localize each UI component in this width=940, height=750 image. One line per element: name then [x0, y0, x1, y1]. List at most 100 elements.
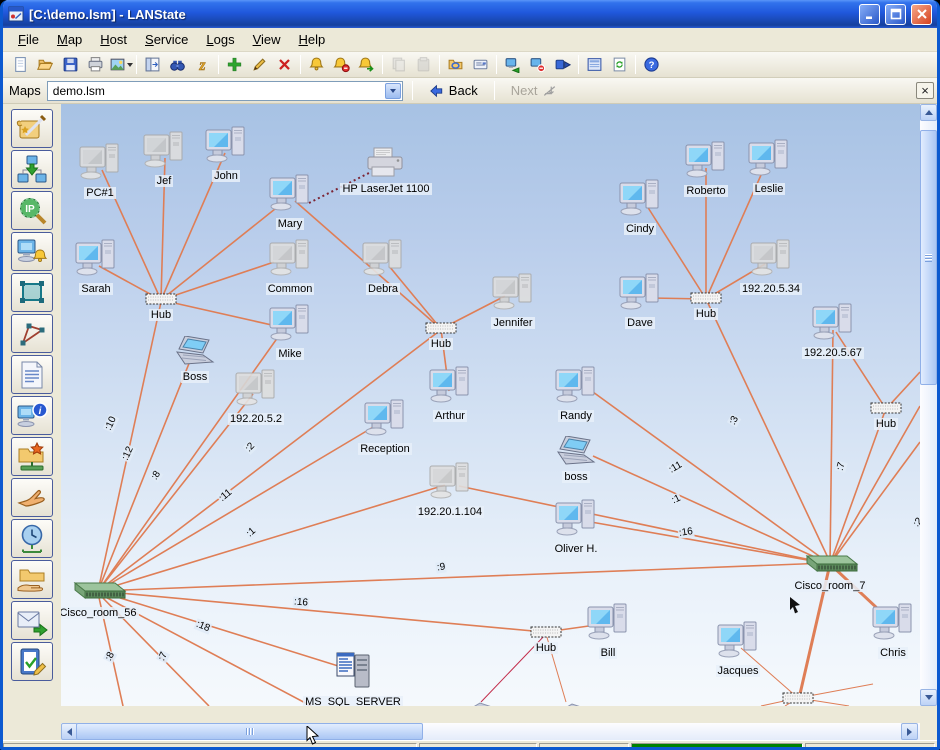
map-wizard-button[interactable] [11, 109, 53, 148]
open-map-button[interactable] [33, 53, 58, 76]
map-node-hp-laserjet-1100[interactable] [364, 146, 408, 183]
sleep-mode-button[interactable]: z [190, 53, 215, 76]
dropdown-arrow-icon[interactable] [127, 63, 133, 67]
map-node-pc-1[interactable] [78, 142, 122, 187]
map-node-mike[interactable] [268, 303, 312, 348]
map-node-ms-sql-server[interactable] [331, 649, 375, 696]
host-info-button[interactable]: i [11, 396, 53, 435]
map-node-jennifer[interactable] [491, 272, 535, 317]
add-shared-folder-button[interactable] [11, 437, 53, 476]
scroll-down-button[interactable] [920, 689, 937, 706]
print-button[interactable] [83, 53, 108, 76]
map-node-cisco-room-7[interactable] [801, 553, 859, 580]
scan-network-button[interactable] [11, 150, 53, 189]
minimize-button[interactable] [859, 4, 880, 25]
map-node-hub[interactable] [425, 321, 457, 339]
rectangle-tool-button[interactable] [11, 273, 53, 312]
vertical-scroll-thumb[interactable] [920, 130, 937, 385]
search-wizard-button[interactable] [443, 53, 468, 76]
map-node-boss[interactable] [556, 436, 596, 471]
network-map-canvas[interactable]: PC#1JefJohnMaryHP LaserJet 1100SarahComm… [61, 104, 920, 706]
help-button[interactable]: ? [639, 53, 664, 76]
save-map-button[interactable] [58, 53, 83, 76]
map-node-randy[interactable] [554, 365, 598, 410]
map-node-bill[interactable] [586, 602, 630, 647]
connect-host-button[interactable] [500, 53, 525, 76]
horizontal-scrollbar[interactable] [61, 723, 937, 740]
send-mail-button[interactable] [11, 601, 53, 640]
map-node-oliver-h-[interactable] [554, 498, 598, 543]
host-monitoring-button[interactable] [11, 232, 53, 271]
map-select-combo[interactable]: demo.lsm [47, 81, 403, 101]
combo-dropdown-icon[interactable] [385, 83, 401, 99]
menu-item-logs[interactable]: Logs [197, 29, 243, 50]
map-node-jacques[interactable] [716, 620, 760, 665]
map-node-cindy[interactable] [618, 178, 662, 223]
map-node-reception[interactable] [363, 398, 407, 443]
menu-item-service[interactable]: Service [136, 29, 197, 50]
map-node-stub[interactable] [561, 699, 585, 706]
save-image-button[interactable] [108, 53, 133, 76]
map-node-sarah[interactable] [74, 238, 118, 283]
map-node-mary[interactable] [268, 173, 312, 218]
scroll-up-button[interactable] [920, 104, 937, 121]
map-node-dave[interactable] [618, 272, 662, 317]
close-button[interactable] [911, 4, 932, 25]
alerts-button[interactable] [304, 53, 329, 76]
alerts-stop-button[interactable] [329, 53, 354, 76]
menu-item-help[interactable]: Help [290, 29, 335, 50]
back-button[interactable]: Back [422, 81, 485, 100]
alerts-run-button[interactable] [354, 53, 379, 76]
host-list-button[interactable] [140, 53, 165, 76]
disconnect-host-button[interactable] [525, 53, 550, 76]
edit-host-button[interactable] [247, 53, 272, 76]
pointer-tool-button[interactable] [11, 478, 53, 517]
map-node-john[interactable] [204, 125, 248, 170]
line-tool-button[interactable] [11, 314, 53, 353]
map-node-hub[interactable] [530, 625, 562, 643]
map-properties-button[interactable] [582, 53, 607, 76]
ping-monitor-button[interactable] [11, 519, 53, 558]
menu-item-view[interactable]: View [244, 29, 290, 50]
maximize-button[interactable] [885, 4, 906, 25]
refresh-map-button[interactable] [607, 53, 632, 76]
run-service-button[interactable] [550, 53, 575, 76]
new-map-button[interactable] [8, 53, 33, 76]
map-node-192-20-5-2[interactable] [234, 368, 278, 413]
map-node-hub[interactable] [145, 292, 177, 310]
map-node-debra[interactable] [361, 238, 405, 283]
map-node-hub[interactable] [690, 291, 722, 309]
map-node-jef[interactable] [142, 130, 186, 175]
close-maps-bar-button[interactable]: × [916, 82, 934, 99]
map-node-leslie[interactable] [747, 138, 791, 183]
menu-item-file[interactable]: File [9, 29, 48, 50]
ip-scan-button[interactable]: IP [11, 191, 53, 230]
map-node-cisco-room-56[interactable] [69, 580, 127, 607]
next-button[interactable]: Next [504, 81, 565, 100]
scroll-right-button[interactable] [901, 723, 918, 740]
map-node-192-20-5-67[interactable] [811, 302, 855, 347]
map-node-chris[interactable] [871, 602, 915, 647]
horizontal-scroll-thumb[interactable] [76, 723, 423, 740]
copy-button[interactable] [386, 53, 411, 76]
menu-item-map[interactable]: Map [48, 29, 91, 50]
map-node-192-20-5-34[interactable] [749, 238, 793, 283]
find-host-button[interactable] [165, 53, 190, 76]
map-node-hub[interactable] [870, 401, 902, 419]
map-node-stub[interactable] [469, 698, 493, 706]
note-tool-button[interactable] [11, 355, 53, 394]
add-host-button[interactable] [222, 53, 247, 76]
map-node-common[interactable] [268, 238, 312, 283]
delete-host-button[interactable] [272, 53, 297, 76]
paste-button[interactable] [411, 53, 436, 76]
map-node-roberto[interactable] [684, 140, 728, 185]
map-node-hub[interactable] [782, 691, 814, 706]
map-node-boss[interactable] [175, 336, 215, 371]
shared-resources-button[interactable] [11, 560, 53, 599]
map-node-192-20-1-104[interactable] [428, 461, 472, 506]
menu-item-host[interactable]: Host [91, 29, 136, 50]
send-message-button[interactable] [468, 53, 493, 76]
vertical-scrollbar[interactable] [920, 104, 937, 706]
map-node-arthur[interactable] [428, 365, 472, 410]
task-list-button[interactable] [11, 642, 53, 681]
